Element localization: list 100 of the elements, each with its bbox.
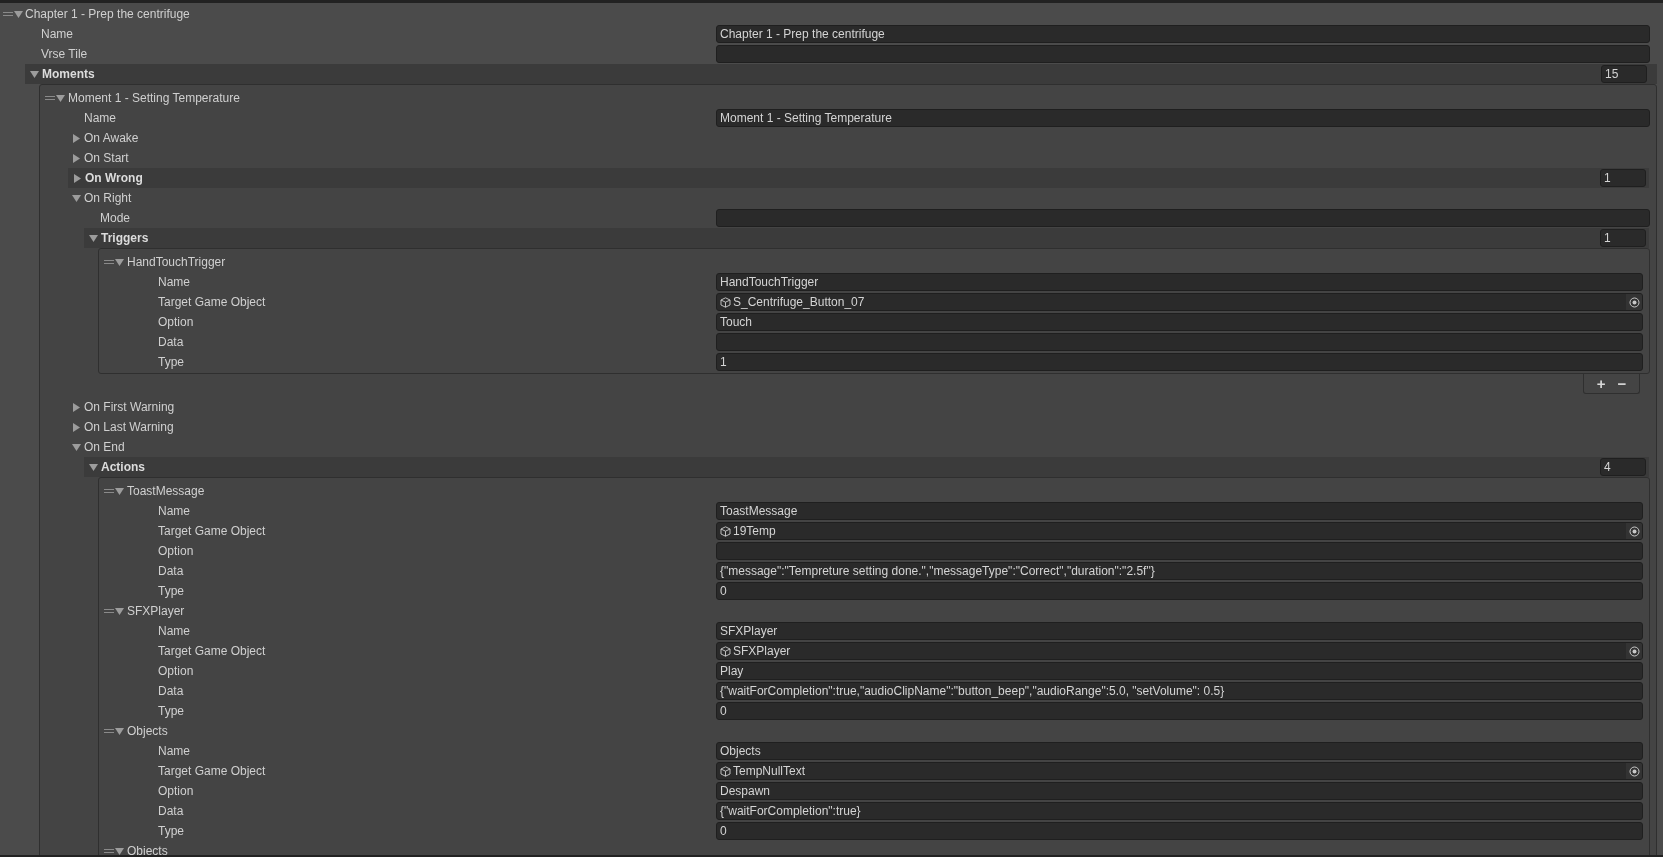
field-label: Name bbox=[158, 503, 190, 520]
element-label: Objects bbox=[127, 723, 168, 740]
field-label: Target Game Object bbox=[158, 643, 266, 660]
drag-handle-icon[interactable] bbox=[104, 608, 114, 614]
list-header[interactable]: Triggers 1 bbox=[84, 228, 1649, 248]
caret-right-icon[interactable] bbox=[73, 173, 82, 183]
list-header[interactable]: On Wrong 1 bbox=[68, 168, 1649, 188]
field-label: Option bbox=[158, 663, 194, 680]
cube-icon bbox=[720, 765, 731, 777]
caret-down-icon[interactable] bbox=[115, 257, 124, 267]
text-field[interactable]: ToastMessage bbox=[716, 502, 1643, 520]
field-label: Type bbox=[158, 583, 184, 600]
text-field[interactable]: 0 bbox=[716, 582, 1643, 600]
text-field[interactable] bbox=[716, 542, 1643, 560]
drag-handle-icon[interactable] bbox=[45, 95, 55, 101]
foldout-label: On End bbox=[84, 439, 125, 456]
field-label: Data bbox=[158, 563, 184, 580]
field-label: Vrse Tile bbox=[41, 46, 88, 63]
field-label: Data bbox=[158, 334, 184, 351]
text-field[interactable]: Touch bbox=[716, 313, 1643, 331]
field-label: Option bbox=[158, 314, 194, 331]
cube-icon bbox=[720, 645, 731, 657]
text-field[interactable]: Moment 1 - Setting Temperature bbox=[716, 109, 1650, 127]
text-field[interactable]: 0 bbox=[716, 822, 1643, 840]
field-label: Option bbox=[158, 783, 194, 800]
drag-handle-icon[interactable] bbox=[104, 488, 114, 494]
caret-down-icon[interactable] bbox=[56, 93, 65, 103]
target-icon[interactable] bbox=[1626, 643, 1642, 659]
foldout-label: On Awake bbox=[84, 130, 139, 147]
foldout-label: On Right bbox=[84, 190, 132, 207]
field-label: Name bbox=[158, 623, 190, 640]
list-button[interactable]: + bbox=[1594, 376, 1608, 391]
field-label: Data bbox=[158, 683, 184, 700]
field-label: Name bbox=[158, 274, 190, 291]
field-label: Type bbox=[158, 703, 184, 720]
target-icon[interactable] bbox=[1626, 294, 1642, 310]
element-label: ToastMessage bbox=[127, 483, 205, 500]
text-field[interactable]: {"waitForCompletion":true,"audioClipName":"button_beep","audioRange":5.0, "setVolume": 0.5} bbox=[716, 682, 1643, 700]
text-field[interactable]: HandTouchTrigger bbox=[716, 273, 1643, 291]
caret-down-icon[interactable] bbox=[30, 69, 39, 79]
target-icon[interactable] bbox=[1626, 763, 1642, 779]
text-field[interactable]: Despawn bbox=[716, 782, 1643, 800]
caret-down-icon[interactable] bbox=[115, 486, 124, 496]
object-field[interactable]: TempNullText bbox=[716, 762, 1643, 780]
field-label: Type bbox=[158, 823, 184, 840]
foldout-label: On First Warning bbox=[84, 399, 175, 416]
caret-right-icon[interactable] bbox=[72, 402, 81, 412]
caret-down-icon[interactable] bbox=[89, 462, 98, 472]
text-field[interactable]: Play bbox=[716, 662, 1643, 680]
count-field[interactable]: 15 bbox=[1601, 65, 1647, 83]
text-field[interactable] bbox=[716, 333, 1643, 351]
field-label: Target Game Object bbox=[158, 523, 266, 540]
text-field[interactable]: Objects bbox=[716, 742, 1643, 760]
caret-down-icon[interactable] bbox=[115, 606, 124, 616]
field-label: Target Game Object bbox=[158, 294, 266, 311]
text-field[interactable] bbox=[716, 45, 1650, 63]
list-header[interactable]: Moments 15 bbox=[25, 64, 1657, 84]
caret-down-icon[interactable] bbox=[72, 193, 81, 203]
caret-down-icon[interactable] bbox=[115, 726, 124, 736]
element-label: Moment 1 - Setting Temperature bbox=[68, 90, 240, 107]
drag-handle-icon[interactable] bbox=[104, 728, 114, 734]
element-label: HandTouchTrigger bbox=[127, 254, 226, 271]
text-field[interactable]: Chapter 1 - Prep the centrifuge bbox=[716, 25, 1650, 43]
object-field[interactable]: SFXPlayer bbox=[716, 642, 1643, 660]
element-label: Objects bbox=[127, 843, 168, 857]
list-button[interactable]: − bbox=[1615, 376, 1629, 391]
field-label: Data bbox=[158, 803, 184, 820]
count-field[interactable]: 1 bbox=[1600, 169, 1646, 187]
count-field[interactable]: 1 bbox=[1600, 229, 1646, 247]
target-icon[interactable] bbox=[1626, 523, 1642, 539]
caret-down-icon[interactable] bbox=[14, 9, 23, 19]
field-label: Option bbox=[158, 543, 194, 560]
text-field[interactable] bbox=[716, 209, 1650, 227]
drag-handle-icon[interactable] bbox=[104, 848, 114, 854]
list-header[interactable]: Actions 4 bbox=[84, 457, 1649, 477]
count-field[interactable]: 4 bbox=[1600, 458, 1646, 476]
foldout-label: On Start bbox=[84, 150, 129, 167]
text-field[interactable]: {"waitForCompletion":true} bbox=[716, 802, 1643, 820]
object-field[interactable]: S_Centrifuge_Button_07 bbox=[716, 293, 1643, 311]
caret-right-icon[interactable] bbox=[72, 153, 81, 163]
text-field[interactable]: 1 bbox=[716, 353, 1643, 371]
cube-icon bbox=[720, 296, 731, 308]
caret-down-icon[interactable] bbox=[115, 846, 124, 856]
caret-down-icon[interactable] bbox=[89, 233, 98, 243]
caret-right-icon[interactable] bbox=[72, 133, 81, 143]
drag-handle-icon[interactable] bbox=[3, 11, 13, 17]
text-field[interactable]: 0 bbox=[716, 702, 1643, 720]
field-label: Type bbox=[158, 354, 184, 371]
caret-down-icon[interactable] bbox=[72, 442, 81, 452]
drag-handle-icon[interactable] bbox=[104, 259, 114, 265]
caret-right-icon[interactable] bbox=[72, 422, 81, 432]
text-field[interactable]: SFXPlayer bbox=[716, 622, 1643, 640]
object-field[interactable]: 19Temp bbox=[716, 522, 1643, 540]
text-field[interactable]: {"message":"Tempreture setting done.","messageType":"Correct","duration":"2.5f"} bbox=[716, 562, 1643, 580]
field-label: Name bbox=[84, 110, 116, 127]
field-label: Target Game Object bbox=[158, 763, 266, 780]
element-label: SFXPlayer bbox=[127, 603, 185, 620]
field-label: Name bbox=[41, 26, 73, 43]
field-label: Name bbox=[158, 743, 190, 760]
field-label: Mode bbox=[100, 210, 131, 227]
